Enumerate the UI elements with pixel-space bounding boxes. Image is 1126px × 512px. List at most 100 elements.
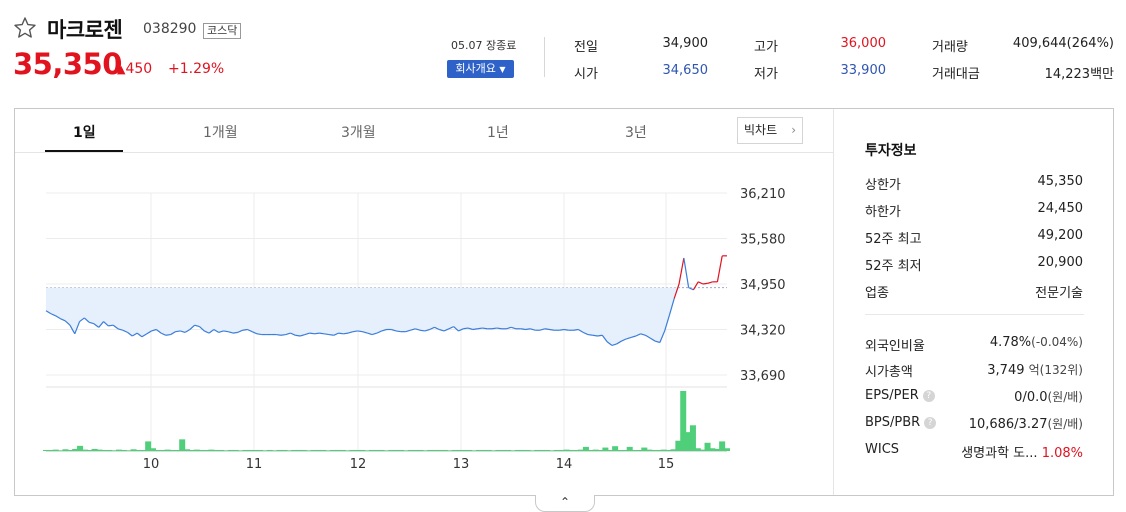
price-line-segment bbox=[419, 329, 425, 332]
open-value: 34,650 bbox=[662, 63, 709, 78]
price-line-segment bbox=[242, 328, 248, 331]
price-line-segment bbox=[678, 257, 685, 285]
market-badge: 코스닥 bbox=[203, 23, 242, 39]
price-line-segment bbox=[276, 333, 282, 336]
price-line-segment bbox=[108, 324, 114, 327]
tab-1year[interactable]: 1년 bbox=[487, 122, 509, 142]
y-tick-label: 35,580 bbox=[740, 233, 786, 248]
amount-label: 거래대금 bbox=[932, 67, 980, 82]
price-line-segment bbox=[338, 332, 344, 335]
chevron-right-icon: › bbox=[791, 123, 796, 137]
price-line-segment bbox=[683, 257, 690, 288]
52w-low-value: 20,900 bbox=[1037, 255, 1084, 270]
price-line-segment bbox=[396, 330, 401, 333]
stock-header: 마크로젠 038290 코스닥 35,350 ▲450 +1.29% 05.07… bbox=[0, 0, 1126, 108]
price-line-segment bbox=[314, 332, 320, 335]
prev-label: 전일 bbox=[574, 40, 598, 55]
bps-pbr-value: 10,686/3.27(원/배) bbox=[968, 417, 1083, 432]
price-line-segment bbox=[592, 334, 598, 337]
invest-title: 투자정보 bbox=[865, 143, 917, 159]
price-line-segment bbox=[463, 327, 469, 330]
upper-limit-label: 상한가 bbox=[865, 178, 901, 193]
high-value: 36,000 bbox=[840, 36, 887, 51]
help-icon[interactable]: ? bbox=[924, 417, 937, 429]
invest-info: 투자정보 상한가 45,350 하한가 24,450 52주 최고 49,200… bbox=[834, 109, 1113, 495]
tab-3year[interactable]: 3년 bbox=[625, 122, 647, 142]
volume-bar bbox=[724, 448, 730, 451]
price-line-segment bbox=[472, 328, 478, 331]
price-line-segment bbox=[328, 333, 334, 336]
lower-limit-label: 하한가 bbox=[865, 205, 901, 220]
price-line-segment bbox=[175, 330, 181, 333]
y-tick-label: 34,320 bbox=[740, 324, 786, 339]
x-tick-label: 11 bbox=[246, 457, 263, 472]
market-status: 05.07 장종료 bbox=[451, 39, 517, 52]
price-line-segment bbox=[559, 328, 565, 331]
price-line-segment bbox=[324, 333, 330, 336]
below-reference-fill bbox=[46, 287, 727, 346]
price-line-segment bbox=[716, 255, 723, 282]
volume-bar bbox=[179, 439, 186, 451]
price-line-segment bbox=[496, 327, 502, 330]
chevron-up-icon: ⌃ bbox=[559, 495, 571, 509]
y-tick-label: 34,950 bbox=[740, 278, 786, 293]
foreign-ratio-value: 4.78%(-0.04%) bbox=[989, 335, 1083, 350]
x-tick-label: 13 bbox=[453, 457, 470, 472]
price-change: ▲450 bbox=[117, 61, 153, 77]
wics-label: WICS bbox=[865, 442, 900, 457]
price-line-segment bbox=[702, 282, 708, 285]
price-line-segment bbox=[707, 281, 713, 284]
upper-limit-value: 45,350 bbox=[1037, 174, 1084, 189]
eps-per-label: EPS/PER? bbox=[865, 388, 935, 403]
price-line-segment bbox=[357, 330, 363, 333]
price-chart[interactable]: 36,210 35,580 34,950 34,320 33,690 10 11 12 13 14… bbox=[15, 153, 833, 493]
price-line-segment bbox=[256, 333, 262, 336]
price-line-segment bbox=[573, 328, 579, 331]
tab-1month[interactable]: 1개월 bbox=[203, 122, 238, 142]
price-line-segment bbox=[280, 333, 286, 336]
price-line-segment bbox=[525, 328, 531, 331]
y-tick-label: 33,690 bbox=[740, 369, 786, 384]
tab-3month[interactable]: 3개월 bbox=[341, 122, 376, 142]
price-line-segment bbox=[165, 333, 171, 336]
stock-code: 038290 bbox=[143, 21, 197, 37]
collapse-button[interactable]: ⌃ bbox=[535, 495, 595, 512]
price-line-segment bbox=[295, 334, 301, 337]
help-icon[interactable]: ? bbox=[922, 390, 935, 402]
x-tick-label: 10 bbox=[143, 457, 160, 472]
52w-low-label: 52주 최저 bbox=[865, 259, 922, 274]
star-icon[interactable] bbox=[13, 16, 37, 40]
big-chart-button[interactable]: 빅차트 › bbox=[737, 117, 803, 144]
chart-panel: 1일 1개월 3개월 1년 3년 빅차트 › 36,210 35,580 34,950… bbox=[14, 108, 1114, 496]
header-divider bbox=[544, 37, 545, 77]
volume-value: 409,644(264%) bbox=[1012, 36, 1114, 51]
high-label: 고가 bbox=[754, 40, 778, 55]
price-line-segment bbox=[597, 334, 603, 337]
company-info-button[interactable]: 회사개요 ▼ bbox=[447, 60, 514, 78]
foreign-ratio-label: 외국인비율 bbox=[865, 339, 925, 354]
caret-down-icon: ▼ bbox=[499, 65, 506, 74]
info-divider bbox=[865, 314, 1084, 315]
volume-bar bbox=[689, 425, 696, 451]
wics-value[interactable]: 생명과학 도... 1.08% bbox=[961, 442, 1083, 461]
y-tick-label: 36,210 bbox=[740, 187, 786, 202]
change-percent: +1.29% bbox=[168, 61, 225, 77]
market-cap-label: 시가총액 bbox=[865, 365, 913, 380]
52w-high-label: 52주 최고 bbox=[865, 232, 922, 247]
price-line-segment bbox=[491, 327, 497, 330]
prev-value: 34,900 bbox=[662, 36, 709, 51]
tab-1day[interactable]: 1일 bbox=[73, 122, 96, 142]
current-price: 35,350 bbox=[13, 47, 122, 81]
amount-value: 14,223백만 bbox=[1044, 67, 1114, 82]
market-cap-value: 3,749 억(132위) bbox=[987, 363, 1083, 378]
price-line-segment bbox=[352, 330, 358, 333]
eps-per-value: 0/0.0(원/배) bbox=[1014, 390, 1083, 405]
open-label: 시가 bbox=[574, 67, 598, 82]
price-line-segment bbox=[232, 331, 238, 334]
price-line-segment bbox=[587, 333, 593, 336]
volume-label: 거래량 bbox=[932, 40, 968, 55]
active-tab-indicator bbox=[45, 150, 123, 152]
period-tabs: 1일 1개월 3개월 1년 3년 빅차트 › bbox=[15, 109, 833, 153]
industry-value[interactable]: 전문기술 bbox=[1035, 282, 1083, 301]
bps-pbr-label: BPS/PBR? bbox=[865, 415, 937, 430]
